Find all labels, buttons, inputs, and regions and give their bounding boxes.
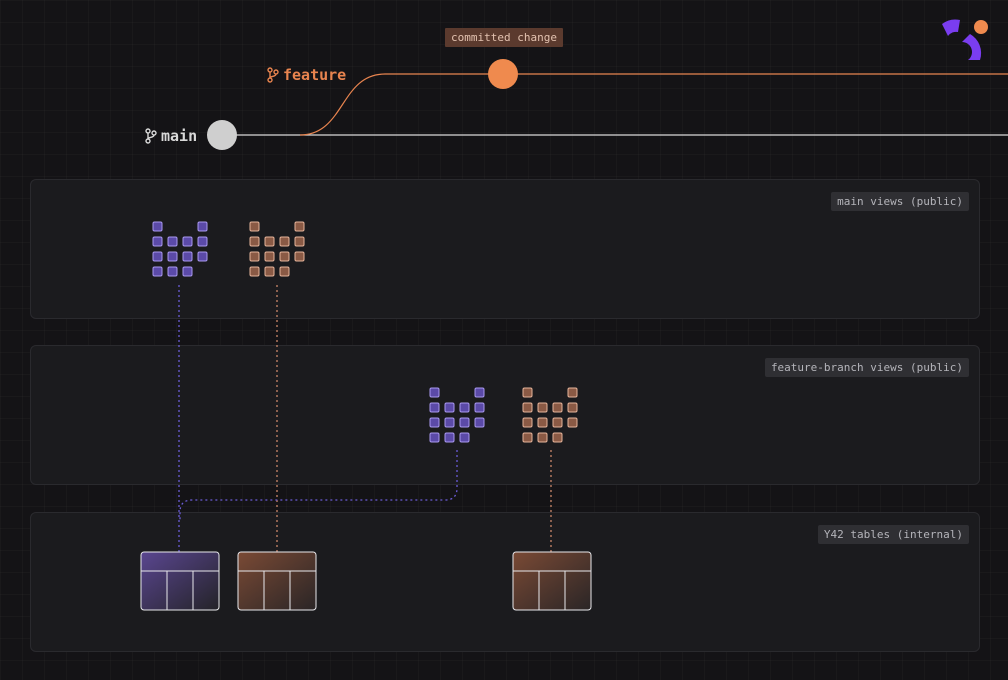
view-cell bbox=[474, 387, 485, 398]
commit-tag: committed change bbox=[445, 28, 563, 47]
view-cell bbox=[552, 402, 563, 413]
y42-logo bbox=[942, 19, 988, 60]
git-branch-icon bbox=[145, 128, 157, 144]
view-cell bbox=[167, 236, 178, 247]
lineage-feature-purple bbox=[179, 450, 458, 520]
view-cell bbox=[249, 266, 260, 277]
view-cell bbox=[444, 402, 455, 413]
view-cell bbox=[459, 417, 470, 428]
view-cell bbox=[474, 402, 485, 413]
git-branch-icon bbox=[267, 67, 279, 83]
feature-branch-label: feature bbox=[267, 66, 346, 84]
view-cell bbox=[152, 221, 163, 232]
view-cell bbox=[567, 402, 578, 413]
main-branch-name: main bbox=[161, 127, 198, 145]
main-view-purple bbox=[152, 221, 208, 277]
view-cell bbox=[459, 402, 470, 413]
view-cell bbox=[444, 417, 455, 428]
view-cell bbox=[182, 236, 193, 247]
view-cell bbox=[167, 266, 178, 277]
feature-branch-name: feature bbox=[283, 66, 347, 84]
diagram-canvas: main views (public) feature-branch views… bbox=[0, 0, 1008, 680]
view-cell bbox=[552, 432, 563, 443]
view-cell bbox=[444, 432, 455, 443]
table-frame bbox=[237, 551, 317, 611]
main-branch-label: main bbox=[145, 127, 197, 145]
graph-overlay bbox=[140, 19, 1008, 611]
view-cell bbox=[294, 236, 305, 247]
view-cell bbox=[522, 417, 533, 428]
view-cell bbox=[249, 251, 260, 262]
view-icons bbox=[152, 221, 578, 443]
view-cell bbox=[152, 236, 163, 247]
view-cell bbox=[567, 387, 578, 398]
view-cell bbox=[152, 251, 163, 262]
view-cell bbox=[197, 221, 208, 232]
view-cell bbox=[182, 251, 193, 262]
view-cell bbox=[429, 387, 440, 398]
view-cell bbox=[537, 402, 548, 413]
feature-view-purple bbox=[429, 387, 485, 443]
view-cell bbox=[537, 417, 548, 428]
view-cell bbox=[429, 402, 440, 413]
view-cell bbox=[264, 251, 275, 262]
view-cell bbox=[537, 432, 548, 443]
view-cell bbox=[197, 251, 208, 262]
view-cell bbox=[522, 432, 533, 443]
logo-arc-right bbox=[962, 34, 982, 60]
view-cell bbox=[152, 266, 163, 277]
view-cell bbox=[249, 236, 260, 247]
table-card-purple bbox=[140, 551, 220, 611]
view-cell bbox=[459, 432, 470, 443]
view-cell bbox=[279, 236, 290, 247]
table-cards bbox=[140, 551, 592, 611]
logo-arc-top bbox=[942, 19, 960, 36]
view-cell bbox=[552, 417, 563, 428]
table-card-orange-feature bbox=[512, 551, 592, 611]
view-cell bbox=[197, 236, 208, 247]
view-cell bbox=[429, 417, 440, 428]
view-cell bbox=[264, 236, 275, 247]
feature-branch-line bbox=[299, 73, 1008, 136]
feature-view-orange bbox=[522, 387, 578, 443]
logo-dot bbox=[974, 20, 988, 34]
view-cell bbox=[264, 266, 275, 277]
main-view-orange bbox=[249, 221, 305, 277]
view-cell bbox=[429, 432, 440, 443]
view-cell bbox=[522, 402, 533, 413]
view-cell bbox=[474, 417, 485, 428]
main-commit-node bbox=[207, 120, 237, 150]
view-cell bbox=[249, 221, 260, 232]
feature-commit-node bbox=[488, 59, 518, 89]
view-cell bbox=[294, 221, 305, 232]
view-cell bbox=[182, 266, 193, 277]
view-cell bbox=[522, 387, 533, 398]
table-frame bbox=[140, 551, 220, 611]
table-frame bbox=[512, 551, 592, 611]
table-card-orange-main bbox=[237, 551, 317, 611]
view-cell bbox=[567, 417, 578, 428]
view-cell bbox=[294, 251, 305, 262]
view-cell bbox=[279, 251, 290, 262]
view-cell bbox=[167, 251, 178, 262]
view-cell bbox=[279, 266, 290, 277]
